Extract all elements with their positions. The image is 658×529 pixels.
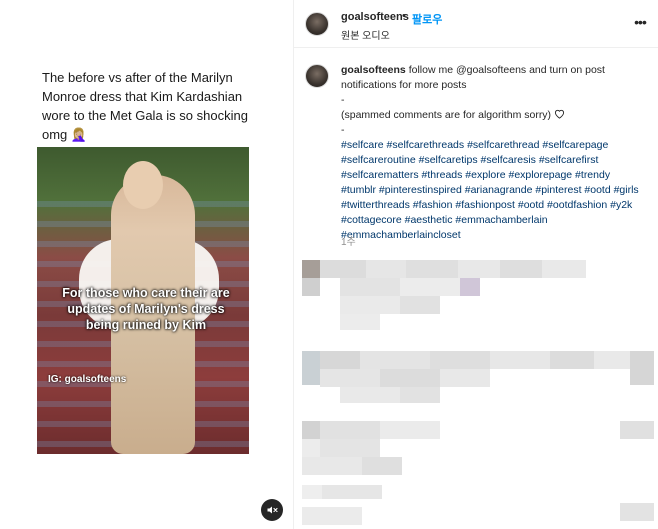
header-username[interactable]: goalsofteens bbox=[341, 11, 409, 23]
mute-icon bbox=[267, 506, 278, 514]
header-separator: • bbox=[402, 10, 406, 22]
more-options-icon: ••• bbox=[634, 14, 647, 30]
caption-dash: - bbox=[341, 94, 345, 106]
avatar[interactable] bbox=[305, 12, 329, 36]
original-audio-link[interactable]: 원본 오디오 bbox=[341, 27, 390, 42]
blurred-comments bbox=[300, 255, 658, 529]
caption-dash: - bbox=[341, 124, 345, 136]
photo-overlay-caption: For those who care their are updates of … bbox=[62, 286, 230, 332]
caption-text: goalsofteens follow me @goalsofteens and… bbox=[341, 63, 641, 243]
screenshot-tweet-text: The before vs after of the Marilyn Monro… bbox=[42, 70, 248, 142]
photo-watermark: IG: goalsofteens bbox=[48, 374, 127, 385]
more-options-button[interactable]: ••• bbox=[632, 14, 648, 30]
post-photo[interactable]: For those who care their are updates of … bbox=[37, 147, 249, 454]
caption-avatar[interactable] bbox=[305, 64, 329, 88]
follow-button[interactable]: 팔로우 bbox=[412, 11, 442, 27]
post-header: goalsofteens • 팔로우 원본 오디오 ••• bbox=[294, 0, 658, 48]
post-timestamp[interactable]: 1주 bbox=[341, 233, 356, 248]
photo-figure-head bbox=[123, 161, 163, 209]
caption-username[interactable]: goalsofteens bbox=[341, 64, 406, 76]
pane-divider bbox=[293, 0, 294, 529]
media-pane: The before vs after of the Marilyn Monro… bbox=[0, 0, 293, 529]
caption-spam-note: (spammed comments are for algorithm sorr… bbox=[341, 109, 552, 121]
heart-icon bbox=[554, 109, 565, 119]
caption-hashtags[interactable]: #selfcare #selfcarethreads #selfcarethre… bbox=[341, 139, 639, 241]
mute-button[interactable] bbox=[261, 499, 283, 521]
